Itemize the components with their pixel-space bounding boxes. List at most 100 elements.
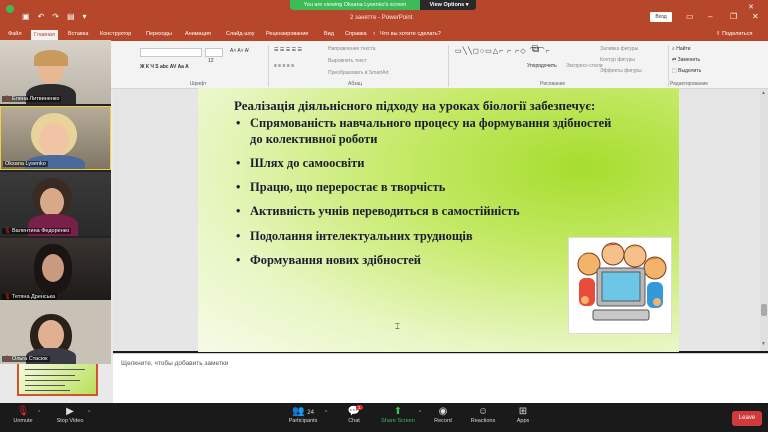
bullet-marker: • [236, 180, 241, 194]
exit-fullscreen-icon[interactable]: ✕ [748, 3, 754, 11]
align-icon[interactable]: ≡ ≡ ≡ ≡ ≡ [274, 63, 294, 69]
chat-button[interactable]: 💬 Chat 1 [343, 405, 365, 424]
bullet-item[interactable]: • Шлях до самоосвіти [236, 156, 365, 171]
zoom-security-icon[interactable] [6, 5, 14, 13]
tab-design[interactable]: Конструктор [100, 31, 131, 37]
apps-button[interactable]: ⊞ Apps [512, 405, 534, 424]
vertical-scrollbar[interactable]: ▲ ▼ [760, 89, 768, 351]
slide-thumbnail[interactable] [17, 361, 98, 396]
bullet-marker: • [236, 253, 241, 267]
ribbon-separator [448, 45, 449, 87]
bullet-item[interactable]: • Спрямованість навчального процесу на фо… [236, 116, 612, 131]
thumbnail-text-line [25, 380, 80, 381]
chevron-up-icon[interactable]: ^ [325, 410, 327, 416]
bullet-item[interactable]: • Працю, що переростає в творчість [236, 180, 446, 195]
shape-effects-button[interactable]: Эффекты фигуры [600, 68, 642, 74]
bullets-icon[interactable]: ☰ ☰ ☰ ☰ ☰ [274, 47, 302, 53]
lightbulb-icon: ♀ [372, 31, 377, 37]
smartart-button[interactable]: Преобразовать в SmartArt [328, 70, 389, 76]
participant-tile[interactable]: 🎙Елена Литвиненко [0, 40, 111, 104]
participant-tile[interactable]: 🎙Валентина Федоренко [0, 172, 111, 236]
slide-title[interactable]: Реалізація діяльнісного підходу на урока… [234, 98, 595, 114]
scroll-down-icon[interactable]: ▼ [761, 341, 766, 347]
replace-button[interactable]: ⇄ Заменить [672, 57, 700, 63]
clipart-image [577, 242, 667, 321]
bullet-item[interactable]: • Подолання інтелектуальних труднощів [236, 229, 473, 244]
tab-animations[interactable]: Анимация [185, 31, 211, 37]
ribbon-home: 12 A˄ A˅ A̸ Ж К Ч S abc AV Aa A ☰ ☰ ☰ ☰ … [0, 41, 768, 89]
notes-pane[interactable]: Щелкните, чтобы добавить заметки [113, 353, 768, 403]
shape-outline-button[interactable]: Контур фигуры [600, 57, 635, 63]
participant-hair [34, 50, 68, 66]
stop-video-button[interactable]: ▶ Stop Video [54, 405, 86, 424]
participant-tile[interactable]: 🎙Тетяна Дренська [0, 238, 111, 302]
shape-fill-button[interactable]: Заливка фигуры [600, 46, 638, 52]
unmute-button[interactable]: 🎙 Unmute [10, 405, 36, 424]
thumbnail-text-line [25, 375, 75, 376]
font-size-box[interactable]: 12 [205, 48, 223, 64]
bullet-text: Подолання інтелектуальних труднощів [250, 229, 473, 243]
ribbon-display-icon[interactable]: ▭ [686, 12, 694, 21]
align-text-button[interactable]: Выровнять текст [328, 58, 367, 64]
reactions-button[interactable]: ☺ Reactions [468, 405, 498, 424]
close-window-icon[interactable]: ✕ [752, 12, 759, 21]
minimize-icon[interactable]: – [708, 12, 712, 21]
redo-icon[interactable]: ↷ [52, 12, 59, 21]
participant-tile-active-speaker[interactable]: Oksana Lysenko [0, 106, 111, 170]
bullet-text: Працю, що переростає в творчість [250, 180, 446, 194]
scroll-up-icon[interactable]: ▲ [761, 90, 766, 96]
bullet-item[interactable]: • Активність учнів переводиться в самості… [236, 204, 520, 219]
tab-view[interactable]: Вид [324, 31, 334, 37]
participant-tile[interactable]: 🎙Ольга Стасюк [0, 300, 111, 364]
participant-name: Елена Литвиненко [11, 96, 60, 102]
thumbnail-text-line [25, 369, 85, 370]
kids-computer-clipart[interactable] [568, 237, 672, 334]
apps-label: Apps [516, 418, 530, 424]
maximize-icon[interactable]: ❐ [730, 12, 737, 21]
participants-button[interactable]: 👥 24 Participants [283, 405, 323, 424]
participant-face [39, 123, 69, 157]
select-button[interactable]: ⬚ Выделить [672, 68, 701, 74]
quick-styles-button[interactable]: Экспресс-стили [566, 63, 603, 69]
bullet-continuation[interactable]: до колективної роботи [250, 132, 377, 147]
bullet-marker: • [236, 116, 241, 130]
record-button[interactable]: ◉ Record [431, 405, 455, 424]
chat-unread-badge: 1 [356, 405, 363, 410]
view-options-button[interactable]: View Options ▾ [422, 0, 476, 10]
video-gallery: 🎙Елена Литвиненко Oksana Lysenko 🎙Валент… [0, 40, 111, 364]
quick-access-toolbar: ▣ ↶ ↷ ▤ ▾ [22, 12, 87, 21]
font-size-value: 12 [208, 58, 214, 64]
tab-review[interactable]: Рецензирование [266, 31, 308, 37]
signin-button[interactable]: Вход [650, 12, 672, 22]
customize-icon[interactable]: ▾ [83, 12, 87, 21]
thumbnail-text-line [25, 385, 65, 386]
scroll-thumb[interactable] [761, 304, 767, 316]
screen: ▣ ↶ ↷ ▤ ▾ 2 занятте - PowerPoint Вход ▭ … [0, 0, 768, 432]
bold-icon[interactable]: Ж К Ч S abc AV Aa A [140, 64, 189, 70]
present-icon[interactable]: ▤ [67, 12, 75, 21]
bullet-item[interactable]: • Формування нових здібностей [236, 253, 421, 268]
find-button[interactable]: ⌕ Найти [672, 46, 690, 52]
arrange-icon[interactable]: ⧉ [532, 44, 539, 55]
record-icon: ◉ [438, 406, 448, 417]
tab-help[interactable]: Справка [345, 31, 367, 37]
tab-file[interactable]: Файл [8, 31, 22, 37]
tell-me-search[interactable]: Что вы хотите сделать? [380, 31, 441, 37]
chevron-up-icon[interactable]: ^ [419, 410, 421, 416]
font-name-box[interactable] [140, 48, 202, 57]
share-screen-button[interactable]: ⬆ Share Screen [378, 405, 418, 424]
select-label: Выделить [678, 68, 702, 74]
bullet-text: Спрямованість навчального процесу на фор… [250, 116, 612, 130]
chevron-up-icon[interactable]: ^ [88, 410, 90, 416]
tab-transitions[interactable]: Переходы [146, 31, 172, 37]
chevron-up-icon[interactable]: ^ [38, 410, 40, 416]
share-button[interactable]: ⇧ Поделиться [716, 31, 753, 37]
grow-font-icon[interactable]: A˄ A˅ A̸ [230, 48, 248, 54]
arrange-button[interactable]: Упорядочить [527, 63, 557, 69]
tab-slideshow[interactable]: Слайд-шоу [226, 31, 255, 37]
text-direction-button[interactable]: Направление текста [328, 46, 375, 52]
undo-icon[interactable]: ↶ [38, 12, 45, 21]
tab-insert[interactable]: Вставка [68, 31, 88, 37]
leave-button[interactable]: Leave [732, 411, 762, 426]
save-icon[interactable]: ▣ [22, 12, 30, 21]
